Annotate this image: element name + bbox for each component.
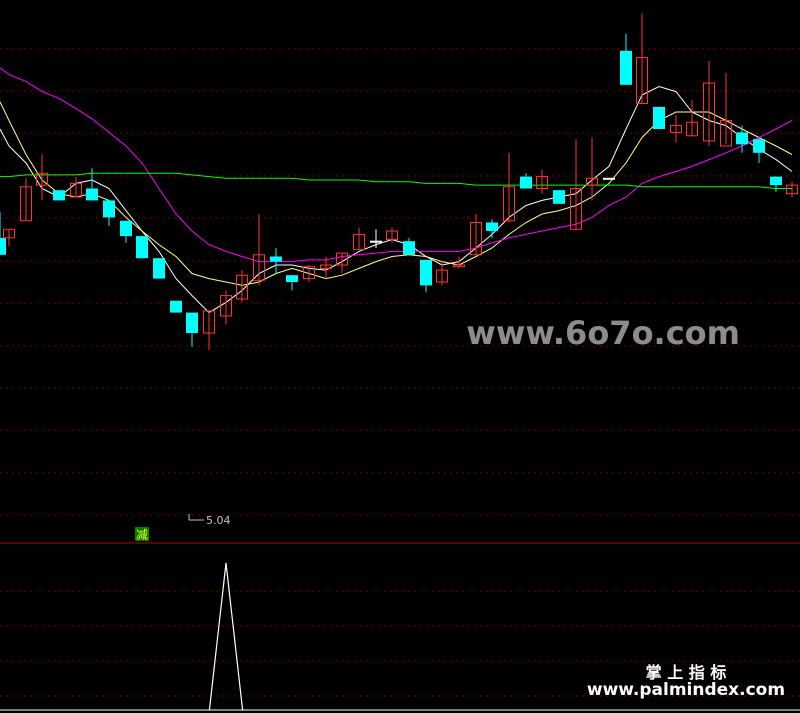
- candle-body: [53, 190, 65, 201]
- moving-average-lines: [0, 67, 793, 314]
- kline-chart: 5.04 减 www.6o7o.com 掌 上 指 标 www.palminde…: [0, 13, 800, 711]
- candle-body: [86, 188, 98, 201]
- candle-body: [770, 176, 782, 186]
- min-price-marker: 5.04: [188, 514, 231, 527]
- signal-text: 减: [136, 528, 148, 542]
- ma-line: [0, 101, 793, 286]
- candle-body: [403, 241, 415, 255]
- watermark-url: www.palmindex.com: [587, 680, 785, 700]
- candle-body: [486, 222, 498, 231]
- candle-body: [186, 312, 198, 333]
- candle-body: [553, 190, 565, 204]
- candle-body: [170, 300, 182, 313]
- candle-body: [0, 237, 6, 255]
- candle-body: [620, 50, 632, 85]
- candle-body: [120, 220, 132, 237]
- candle-body: [736, 132, 748, 145]
- min-price-label: 5.04: [206, 514, 231, 527]
- candle-body: [103, 200, 115, 218]
- indicator-spike: [208, 562, 244, 711]
- signal-label: 减: [135, 527, 149, 542]
- candle-body: [153, 258, 165, 279]
- candle-body: [370, 240, 382, 243]
- watermark-site: www.6o7o.com: [466, 314, 740, 352]
- candle-body: [753, 139, 765, 153]
- price-grid: [0, 48, 800, 697]
- candle-body: [420, 259, 432, 286]
- candle-body: [653, 106, 665, 129]
- ma-line: [0, 172, 792, 189]
- candle-body: [136, 236, 148, 259]
- candle-body: [520, 176, 532, 189]
- candle-body: [270, 256, 282, 262]
- candle-body: [603, 177, 615, 180]
- ma-line: [0, 67, 793, 263]
- ma-line: [0, 85, 793, 314]
- candle-body: [286, 275, 298, 282]
